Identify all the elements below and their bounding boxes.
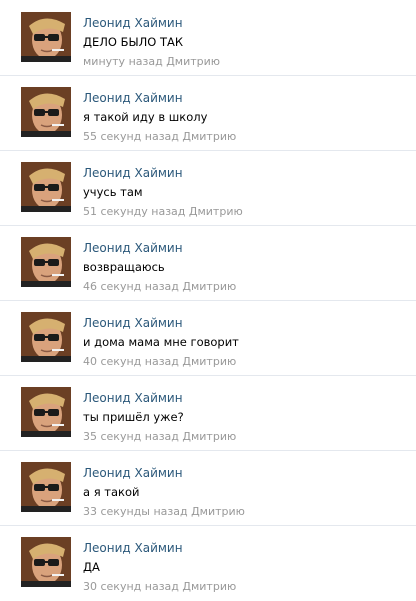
author-link[interactable]: Леонид Хаймин <box>83 466 183 480</box>
avatar[interactable] <box>21 537 71 587</box>
message-time[interactable]: 40 секунд назад Дмитрию <box>83 355 236 368</box>
avatar[interactable] <box>21 162 71 212</box>
message-text: и дома мама мне говорит <box>83 335 239 349</box>
message-text: ДЕЛО БЫЛО ТАК <box>83 35 184 49</box>
author-link[interactable]: Леонид Хаймин <box>83 391 183 405</box>
message-item: Леонид Хаймин возвращаюсь 46 секунд наза… <box>0 225 416 300</box>
message-item: Леонид Хаймин ДА 30 секунд назад Дмитрию <box>0 525 416 600</box>
author-link[interactable]: Леонид Хаймин <box>83 241 183 255</box>
author-link[interactable]: Леонид Хаймин <box>83 16 183 30</box>
avatar[interactable] <box>21 312 71 362</box>
message-time[interactable]: 33 секунды назад Дмитрию <box>83 505 245 518</box>
message-time[interactable]: 35 секунд назад Дмитрию <box>83 430 236 443</box>
message-time[interactable]: 51 секунду назад Дмитрию <box>83 205 243 218</box>
avatar[interactable] <box>21 462 71 512</box>
message-text: а я такой <box>83 485 140 499</box>
message-text: ДА <box>83 560 100 574</box>
message-time[interactable]: 55 секунд назад Дмитрию <box>83 130 236 143</box>
avatar[interactable] <box>21 87 71 137</box>
message-item: Леонид Хаймин а я такой 33 секунды назад… <box>0 450 416 525</box>
author-link[interactable]: Леонид Хаймин <box>83 316 183 330</box>
avatar[interactable] <box>21 387 71 437</box>
message-item: Леонид Хаймин я такой иду в школу 55 сек… <box>0 75 416 150</box>
avatar[interactable] <box>21 12 71 62</box>
message-time[interactable]: 30 секунд назад Дмитрию <box>83 580 236 593</box>
author-link[interactable]: Леонид Хаймин <box>83 91 183 105</box>
avatar[interactable] <box>21 237 71 287</box>
message-item: Леонид Хаймин учусь там 51 секунду назад… <box>0 150 416 225</box>
message-time[interactable]: минуту назад Дмитрию <box>83 55 220 68</box>
author-link[interactable]: Леонид Хаймин <box>83 541 183 555</box>
message-text: возвращаюсь <box>83 260 165 274</box>
message-item: Леонид Хаймин ты пришёл уже? 35 секунд н… <box>0 375 416 450</box>
message-time[interactable]: 46 секунд назад Дмитрию <box>83 280 236 293</box>
message-text: учусь там <box>83 185 143 199</box>
author-link[interactable]: Леонид Хаймин <box>83 166 183 180</box>
message-item: Леонид Хаймин ДЕЛО БЫЛО ТАК минуту назад… <box>0 0 416 75</box>
message-text: ты пришёл уже? <box>83 410 184 424</box>
message-feed: Леонид Хаймин ДЕЛО БЫЛО ТАК минуту назад… <box>0 0 416 601</box>
message-item: Леонид Хаймин и дома мама мне говорит 40… <box>0 300 416 375</box>
message-text: я такой иду в школу <box>83 110 208 124</box>
